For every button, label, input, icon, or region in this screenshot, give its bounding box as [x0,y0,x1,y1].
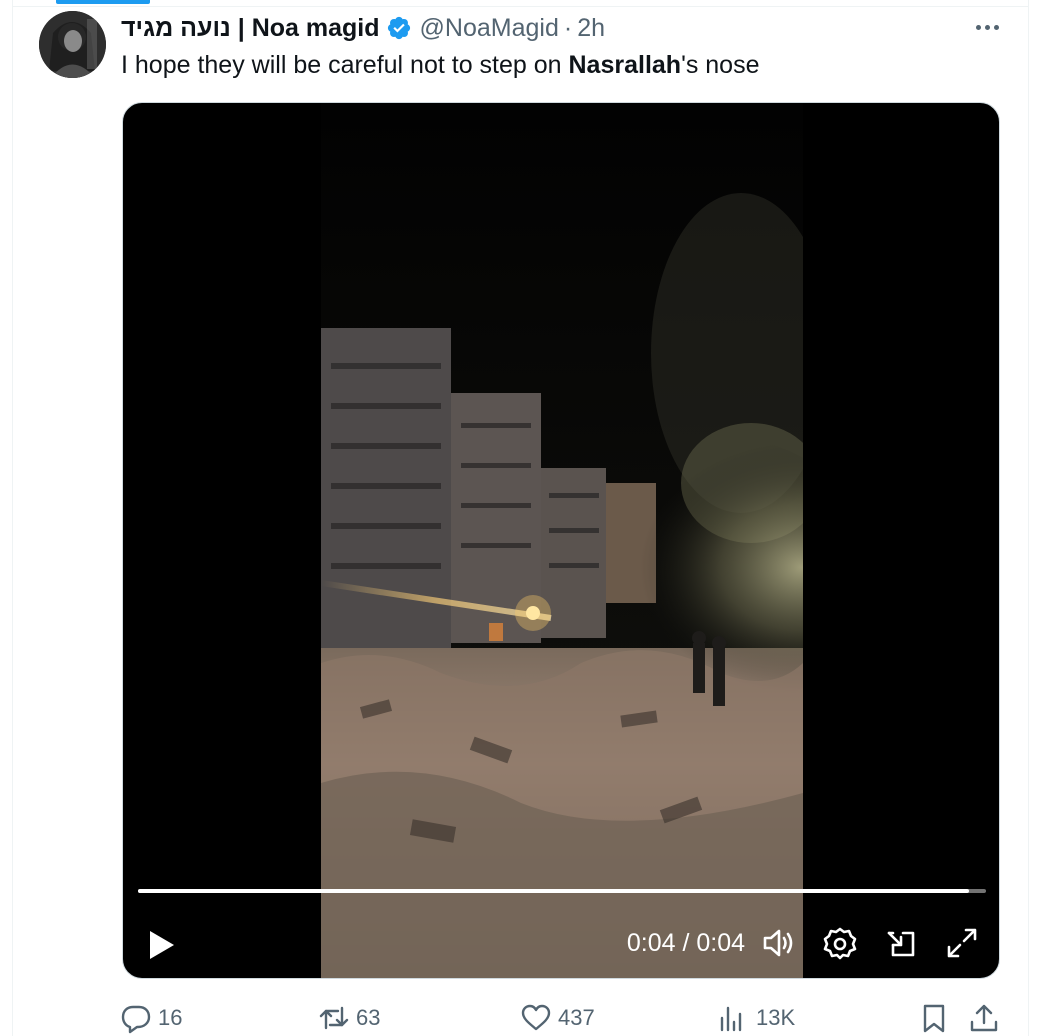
fullscreen-icon[interactable] [942,923,982,963]
bookmark-icon [918,1002,950,1034]
minimize-icon[interactable] [881,923,921,963]
reply-button[interactable]: 16 [120,998,182,1036]
author-handle[interactable]: @NoaMagid [420,14,559,43]
repost-button[interactable]: 63 [318,998,380,1036]
share-button[interactable] [968,998,1000,1036]
verified-badge-icon[interactable] [386,15,412,41]
like-button[interactable]: 437 [520,998,595,1036]
author-display-name[interactable]: נועה מגיד | Noa magid [121,14,380,43]
card-border-right [1028,0,1029,1036]
views-button[interactable]: 13K [718,998,795,1036]
video-frame [321,103,803,978]
video-progress-bar[interactable] [138,889,986,893]
views-icon [718,1002,750,1034]
active-tab-indicator [56,0,150,4]
like-count: 437 [558,1005,595,1030]
settings-icon[interactable] [820,923,860,963]
tweet-text-after: 's nose [681,51,760,79]
tweet-text-before: I hope they will be careful not to step … [121,51,569,79]
video-timecode: 0:04 / 0:04 [626,929,745,957]
video-player[interactable]: 0:04 / 0:04 [122,102,1000,979]
share-icon [968,1002,1000,1034]
bookmark-button[interactable] [918,998,950,1036]
volume-icon[interactable] [759,923,799,963]
avatar[interactable] [39,11,106,78]
separator-dot: · [563,13,573,42]
views-count: 13K [756,1005,796,1030]
card-border-left [12,0,13,1036]
like-icon [520,1002,552,1034]
video-progress-fill [138,889,970,893]
tweet-text: I hope they will be careful not to step … [121,49,760,81]
more-icon[interactable] [970,14,1004,40]
reply-count: 16 [158,1005,183,1030]
tweet-header: נועה מגיד | Noa magid @NoaMagid · 2h [121,12,605,44]
play-icon[interactable] [141,925,181,965]
card-border-top [12,6,1029,7]
post-time[interactable]: 2h [577,14,605,43]
reply-icon [120,1002,152,1034]
tweet-actions: 16 63 437 13K [0,998,1054,1036]
tweet-text-mention: Nasrallah [568,51,682,79]
repost-icon [318,1002,350,1034]
repost-count: 63 [356,1005,381,1030]
